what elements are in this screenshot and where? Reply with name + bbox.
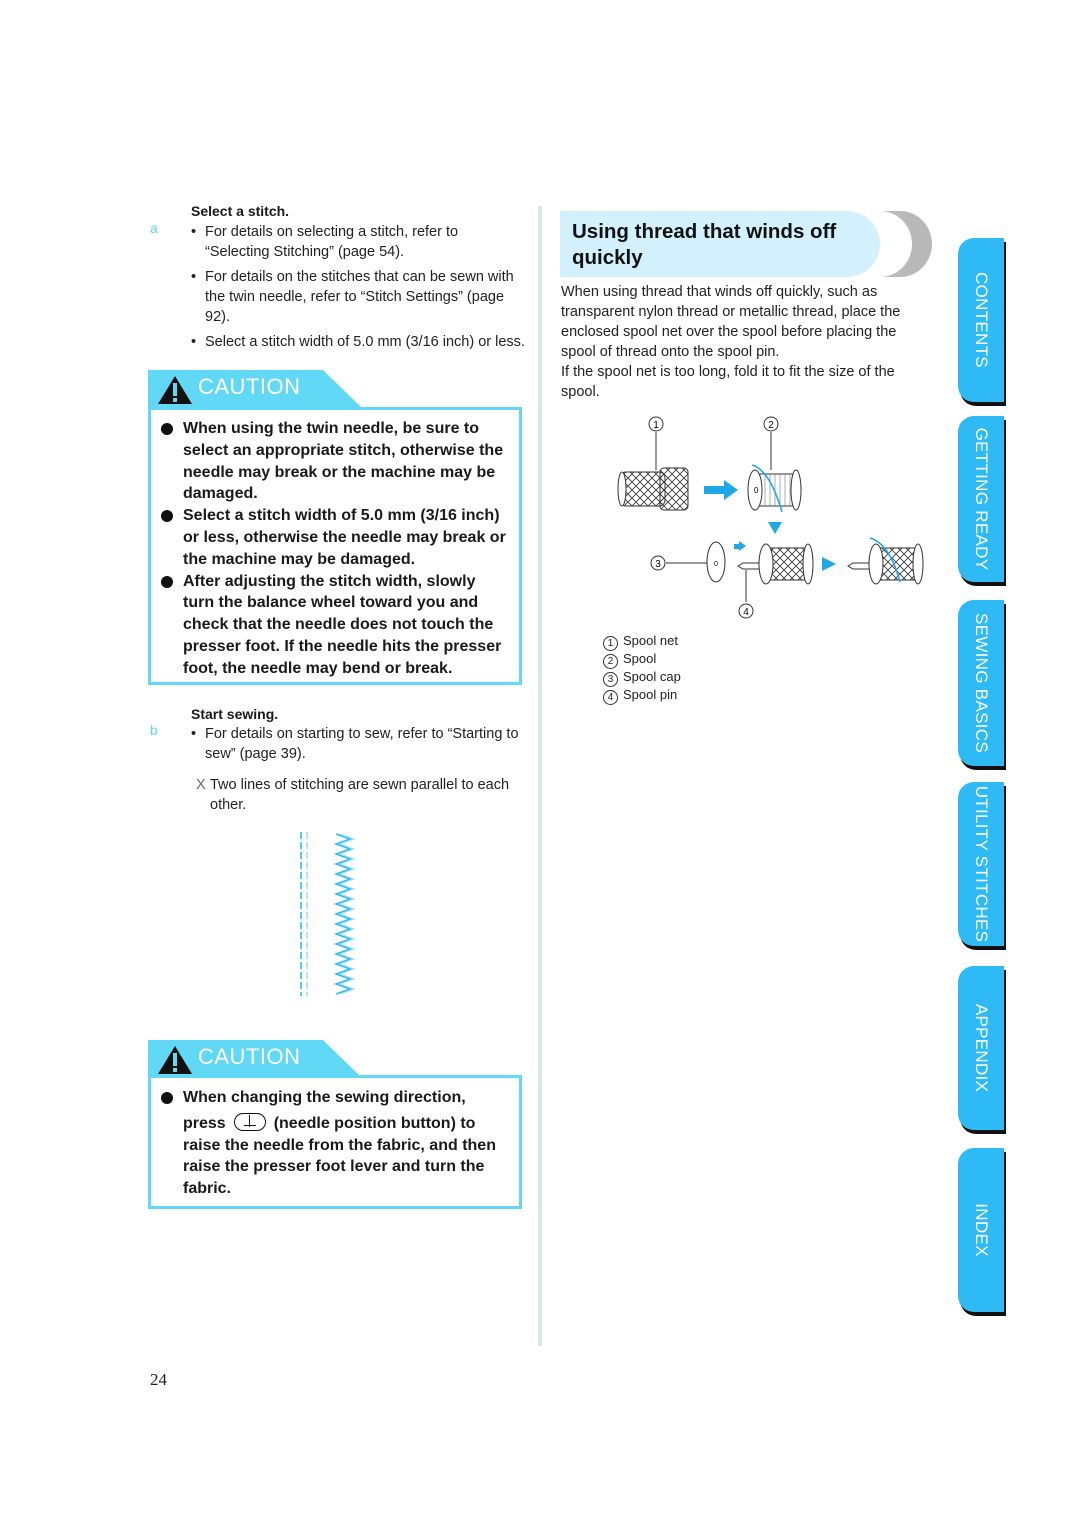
tab-index[interactable]: INDEX [958, 1148, 1004, 1312]
bullet-dot-icon [161, 510, 173, 523]
tab-sewing-basics[interactable]: SEWING BASICS [958, 600, 1004, 766]
arrow-right-icon [704, 480, 738, 500]
page-number: 24 [150, 1370, 167, 1389]
tab-getting-ready[interactable]: GETTING READY [958, 416, 1004, 582]
intro-paragraph: If the spool net is too long, fold it to… [561, 364, 895, 400]
result-text: Two lines of stitching are sewn parallel… [210, 777, 510, 813]
caution-box: When changing the sewing direction, pres… [148, 1075, 522, 1209]
caution-box: When using the twin needle, be sure to s… [148, 407, 522, 685]
spool-cap-icon: 0 [706, 541, 726, 583]
legend-item: 1 Spool net [603, 633, 681, 651]
figure-legend: 1 Spool net 2 Spool 3 Spool cap 4 Spool pin [603, 633, 681, 705]
arrow-right-icon [822, 557, 836, 571]
step-title: Start sewing. [191, 706, 279, 722]
zigzag-line [333, 833, 353, 995]
legend-item: 4 Spool pin [603, 687, 681, 705]
straight-stitch-lines [300, 832, 308, 996]
callout-4: 4 [738, 570, 754, 619]
assembled-spool-icon [847, 537, 924, 585]
zigzag-stitch-lines [333, 833, 356, 995]
step-title: Select a stitch. [191, 203, 290, 219]
result-line: X Two lines of stitching are sewn parall… [196, 775, 530, 815]
bullet-item: For details on selecting a stitch, refer… [191, 222, 526, 262]
spool-net-figure: 1 2 0 3 0 4 [617, 416, 924, 619]
step-marker: a [150, 220, 158, 236]
bullet-item: For details on starting to sew, refer to… [191, 724, 526, 764]
tab-utility-stitches[interactable]: UTILITY STITCHES [958, 782, 1004, 946]
caution-item: After adjusting the stitch width, slowly… [161, 571, 509, 680]
legend-item: 2 Spool [603, 651, 681, 669]
caution-header: CAUTION [148, 1040, 362, 1078]
intro-paragraph: When using thread that winds off quickly… [561, 284, 901, 360]
warning-icon [158, 1046, 192, 1074]
svg-text:2: 2 [768, 420, 774, 431]
svg-text:1: 1 [653, 420, 659, 431]
netted-spool-icon [758, 543, 814, 585]
bullet-item: Select a stitch width of 5.0 mm (3/16 in… [191, 332, 526, 352]
caution-header: CAUTION [148, 370, 362, 408]
small-arrow-right-icon [734, 541, 746, 551]
callout-3: 3 [650, 555, 708, 571]
step-bullets: For details on selecting a stitch, refer… [191, 222, 526, 357]
spool-icon: 0 [747, 464, 802, 513]
caution-items: When using the twin needle, be sure to s… [151, 410, 519, 686]
intro-text: When using thread that winds off quickly… [561, 282, 933, 402]
svg-text:0: 0 [754, 486, 759, 495]
tab-appendix[interactable]: APPENDIX [958, 966, 1004, 1130]
svg-text:0: 0 [714, 561, 718, 568]
callout-2: 2 [763, 416, 779, 470]
needle-position-button-icon [233, 1112, 266, 1131]
caution-label: CAUTION [198, 1044, 301, 1069]
tab-contents[interactable]: CONTENTS [958, 238, 1004, 402]
step-bullets: For details on starting to sew, refer to… [191, 724, 526, 769]
caution-label: CAUTION [198, 374, 301, 399]
section-heading: Using thread that winds off quickly [572, 220, 837, 269]
bullet-dot-icon [161, 1092, 173, 1104]
step-marker: b [150, 722, 158, 738]
arrow-down-icon [768, 522, 782, 534]
spool-net-icon [617, 467, 689, 511]
result-marker: X [196, 777, 206, 793]
bullet-dot-icon [161, 575, 173, 588]
column-divider [538, 206, 542, 1346]
bullet-dot-icon [161, 423, 173, 435]
legend-item: 3 Spool cap [603, 669, 681, 687]
caution-item: When using the twin needle, be sure to s… [161, 418, 509, 505]
caution-items: When changing the sewing direction, pres… [151, 1078, 519, 1206]
stitch-illustration [300, 832, 356, 996]
caution-item: Select a stitch width of 5.0 mm (3/16 in… [161, 505, 509, 570]
heading-cap-decoration [880, 211, 932, 277]
bullet-item: For details on the stitches that can be … [191, 267, 526, 327]
callout-1: 1 [648, 416, 664, 470]
warning-icon [158, 376, 192, 404]
svg-text:4: 4 [743, 607, 749, 618]
svg-text:3: 3 [655, 559, 661, 570]
caution-item: When changing the sewing direction, pres… [161, 1087, 509, 1200]
